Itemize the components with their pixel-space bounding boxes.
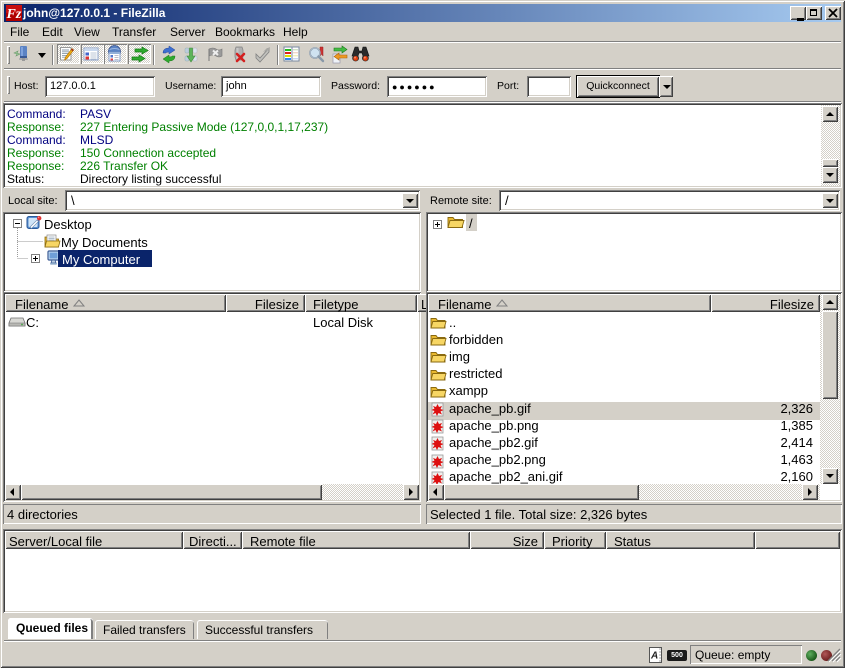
svg-text:A: A [650, 651, 658, 662]
svg-text:Fz: Fz [6, 7, 22, 22]
